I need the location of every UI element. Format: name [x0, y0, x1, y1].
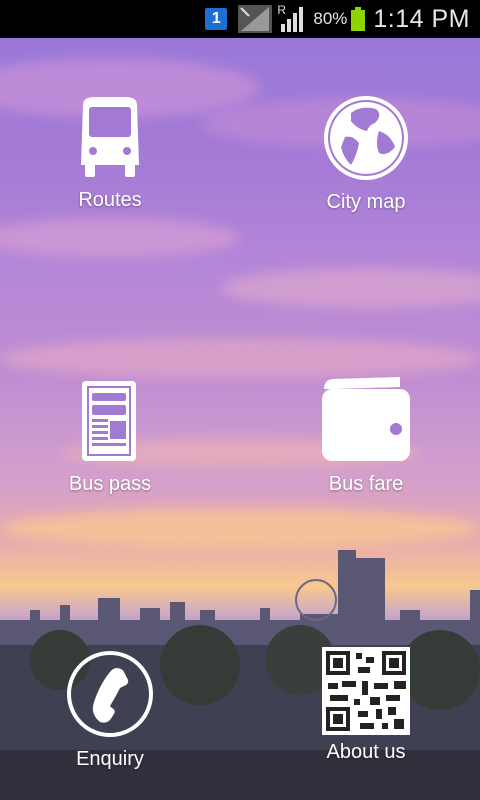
sim-slot-badge: 1	[205, 8, 228, 30]
routes-label: Routes	[78, 189, 142, 211]
qr-code-icon	[322, 647, 410, 735]
routes-button[interactable]: Routes	[30, 95, 190, 212]
roaming-indicator: R	[277, 3, 287, 17]
clock: 1:14 PM	[373, 4, 470, 33]
wallet-icon	[322, 377, 410, 461]
bus-fare-button[interactable]: Bus fare	[286, 375, 446, 496]
mobile-signal: R	[277, 3, 307, 32]
enquiry-label: Enquiry	[76, 748, 144, 770]
city-map-button[interactable]: City map	[286, 95, 446, 214]
globe-icon	[324, 96, 408, 180]
bus-icon	[81, 97, 139, 177]
bus-pass-label: Bus pass	[68, 473, 152, 495]
bus-pass-button[interactable]: Bus pass	[30, 375, 190, 496]
about-us-button[interactable]: About us	[286, 645, 446, 764]
status-bar: 1 R 80% 1:14 PM	[0, 0, 480, 38]
bus-fare-label: Bus fare	[328, 473, 404, 495]
enquiry-button[interactable]: Enquiry	[30, 650, 190, 771]
battery-icon	[351, 7, 366, 31]
battery-percent: 80%	[313, 9, 348, 28]
about-us-label: About us	[326, 741, 406, 763]
phone-icon	[67, 651, 153, 737]
signal-icon	[238, 5, 273, 33]
city-map-label: City map	[326, 191, 406, 213]
newspaper-icon	[82, 381, 136, 461]
